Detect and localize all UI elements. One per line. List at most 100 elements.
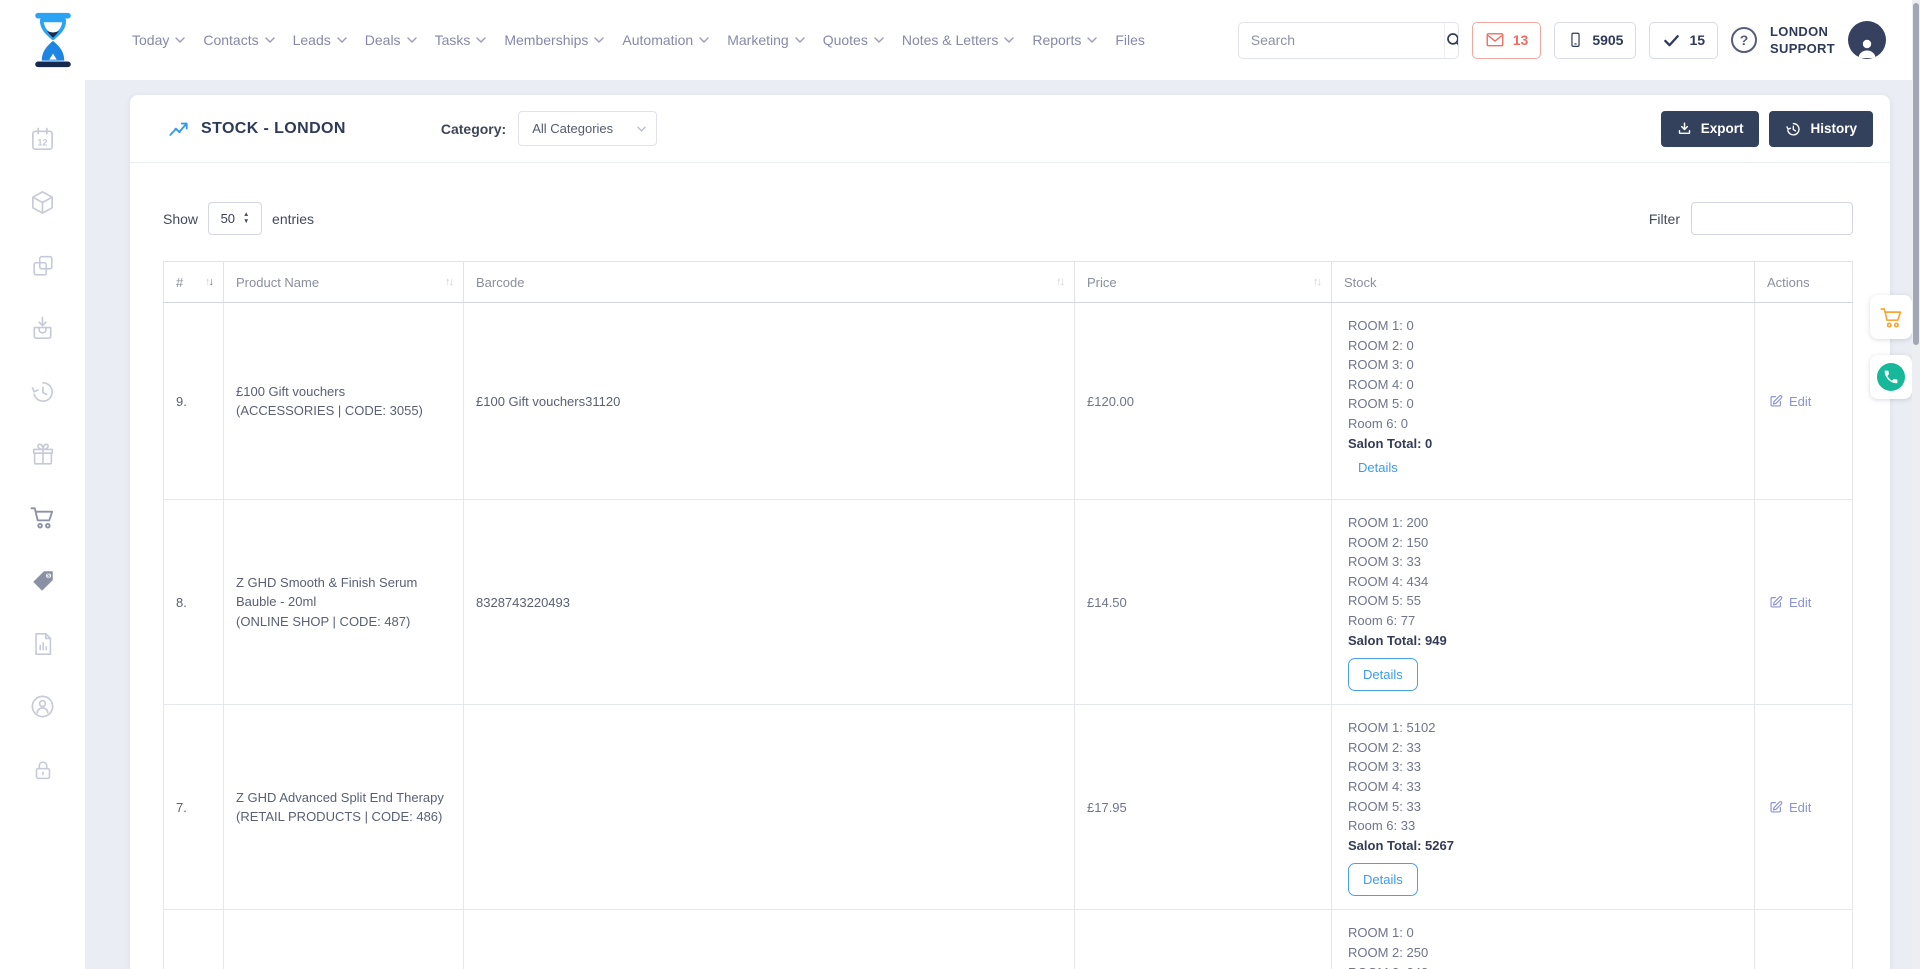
- price-cell: £17.95: [1074, 705, 1331, 910]
- nav-tasks[interactable]: Tasks: [435, 32, 487, 48]
- nav-reports[interactable]: Reports: [1032, 32, 1097, 48]
- export-button[interactable]: Export: [1661, 111, 1760, 147]
- gift-icon[interactable]: [29, 441, 56, 468]
- search-input[interactable]: [1239, 32, 1444, 48]
- row-index-cell: 7.: [163, 705, 223, 910]
- barcode-cell: 8328743220493: [463, 500, 1074, 705]
- actions-cell: Edit: [1754, 705, 1853, 910]
- product-code: (RETAIL PRODUCTS | CODE: 486): [236, 807, 451, 827]
- filter-input[interactable]: [1691, 202, 1853, 235]
- edit-button[interactable]: Edit: [1769, 595, 1811, 610]
- product-name-cell: [223, 910, 463, 969]
- barcode-cell: [463, 910, 1074, 969]
- price-tag-icon[interactable]: $: [29, 567, 56, 594]
- table-row: 7. Z GHD Advanced Split End Therapy (RET…: [163, 705, 1853, 910]
- product-name-cell: Z GHD Advanced Split End Therapy (RETAIL…: [223, 705, 463, 910]
- nav-files[interactable]: Files: [1115, 32, 1145, 48]
- package-icon[interactable]: [29, 189, 56, 216]
- messages-badge[interactable]: 13: [1472, 22, 1542, 59]
- stock-room-line: ROOM 2: 33: [1348, 738, 1738, 758]
- edit-button[interactable]: Edit: [1769, 800, 1811, 815]
- tasks-badge[interactable]: 15: [1649, 22, 1718, 59]
- entries-select[interactable]: 50 ▲▼: [208, 202, 262, 235]
- actions-cell: [1754, 910, 1853, 969]
- stock-table: #↑↓ Product Name↑↓ Barcode↑↓ Price↑↓ Sto…: [163, 261, 1853, 969]
- chevron-down-icon: [265, 37, 275, 43]
- nav-leads[interactable]: Leads: [293, 32, 347, 48]
- floating-cart-button[interactable]: [1870, 295, 1912, 339]
- details-button[interactable]: Details: [1358, 460, 1398, 475]
- table-controls: Show 50 ▲▼ entries Filter: [163, 202, 1853, 235]
- phone-count: 5905: [1592, 32, 1623, 48]
- messages-count: 13: [1513, 32, 1529, 48]
- scrollbar-thumb[interactable]: [1913, 3, 1919, 345]
- column-header-product-name[interactable]: Product Name↑↓: [223, 262, 463, 303]
- calendar-icon[interactable]: 12: [29, 126, 56, 153]
- stock-cell: ROOM 1: 200ROOM 2: 150ROOM 3: 33ROOM 4: …: [1331, 500, 1754, 705]
- category-filter: Category: All Categories: [441, 111, 657, 146]
- details-button[interactable]: Details: [1348, 658, 1418, 691]
- select-arrows-icon: ▲▼: [243, 212, 249, 225]
- column-header-number[interactable]: #↑↓: [163, 262, 223, 303]
- column-header-barcode[interactable]: Barcode↑↓: [463, 262, 1074, 303]
- nav-automation[interactable]: Automation: [622, 32, 709, 48]
- stock-cell: ROOM 1: 5102ROOM 2: 33ROOM 3: 33ROOM 4: …: [1331, 705, 1754, 910]
- edit-icon: [1769, 595, 1783, 609]
- lock-icon[interactable]: [29, 756, 56, 783]
- cart-icon[interactable]: [29, 504, 56, 531]
- floating-call-button[interactable]: [1870, 355, 1912, 399]
- history-icon: [1785, 121, 1801, 137]
- nav-memberships[interactable]: Memberships: [504, 32, 604, 48]
- category-select[interactable]: All Categories: [518, 111, 657, 146]
- person-icon: [1855, 35, 1879, 59]
- phone-icon: [1877, 363, 1905, 391]
- sort-icon: ↑↓: [1056, 276, 1065, 288]
- phone-badge[interactable]: 5905: [1554, 22, 1636, 59]
- edit-icon: [1769, 394, 1783, 408]
- edit-button[interactable]: Edit: [1769, 394, 1811, 409]
- stock-room-line: ROOM 2: 250: [1348, 943, 1738, 963]
- stock-room-line: ROOM 1: 5102: [1348, 718, 1738, 738]
- shopping-cart-icon: [1879, 305, 1904, 330]
- history-button[interactable]: History: [1769, 111, 1873, 147]
- nav-contacts[interactable]: Contacts: [203, 32, 274, 48]
- nav-notes-letters[interactable]: Notes & Letters: [902, 32, 1015, 48]
- chevron-down-icon: [594, 37, 604, 43]
- column-header-stock: Stock: [1331, 262, 1754, 303]
- topbar-right-group: 13 5905 15 ? LONDON SUPPORT: [1238, 21, 1886, 59]
- card-header: STOCK - LONDON Category: All Categories …: [130, 95, 1890, 163]
- product-name: Z GHD Smooth & Finish Serum Bauble - 20m…: [236, 573, 451, 612]
- chevron-down-icon: [795, 37, 805, 43]
- search-icon[interactable]: [1444, 23, 1459, 58]
- app-logo-icon[interactable]: [30, 11, 76, 69]
- nav-marketing[interactable]: Marketing: [727, 32, 804, 48]
- table-row: 8. Z GHD Smooth & Finish Serum Bauble - …: [163, 500, 1853, 705]
- envelope-icon: [1485, 31, 1505, 49]
- copy-icon[interactable]: [29, 252, 56, 279]
- help-icon[interactable]: ?: [1731, 27, 1757, 53]
- product-name: Z GHD Advanced Split End Therapy: [236, 788, 451, 808]
- table-body: 9. £100 Gift vouchers (ACCESSORIES | COD…: [163, 303, 1853, 969]
- product-code: (ONLINE SHOP | CODE: 487): [236, 612, 451, 632]
- details-button[interactable]: Details: [1348, 863, 1418, 896]
- user-avatar[interactable]: [1848, 21, 1886, 59]
- stock-card: STOCK - LONDON Category: All Categories …: [130, 95, 1890, 969]
- salon-total: Salon Total: 5267: [1348, 836, 1738, 856]
- account-activity-icon[interactable]: [29, 693, 56, 720]
- goods-in-icon[interactable]: [29, 315, 56, 342]
- chevron-down-icon: [407, 37, 417, 43]
- history-icon[interactable]: [29, 378, 56, 405]
- nav-today[interactable]: Today: [132, 32, 185, 48]
- page-scrollbar: [1912, 0, 1920, 969]
- chevron-down-icon: [337, 37, 347, 43]
- nav-quotes[interactable]: Quotes: [823, 32, 884, 48]
- column-header-price[interactable]: Price↑↓: [1074, 262, 1331, 303]
- product-name: £100 Gift vouchers: [236, 382, 451, 402]
- sales-report-icon[interactable]: [29, 630, 56, 657]
- category-label: Category:: [441, 121, 506, 137]
- nav-deals[interactable]: Deals: [365, 32, 417, 48]
- global-search: [1238, 22, 1459, 59]
- svg-text:12: 12: [37, 137, 47, 147]
- row-index-cell: 8.: [163, 500, 223, 705]
- user-name: LONDON SUPPORT: [1770, 23, 1835, 57]
